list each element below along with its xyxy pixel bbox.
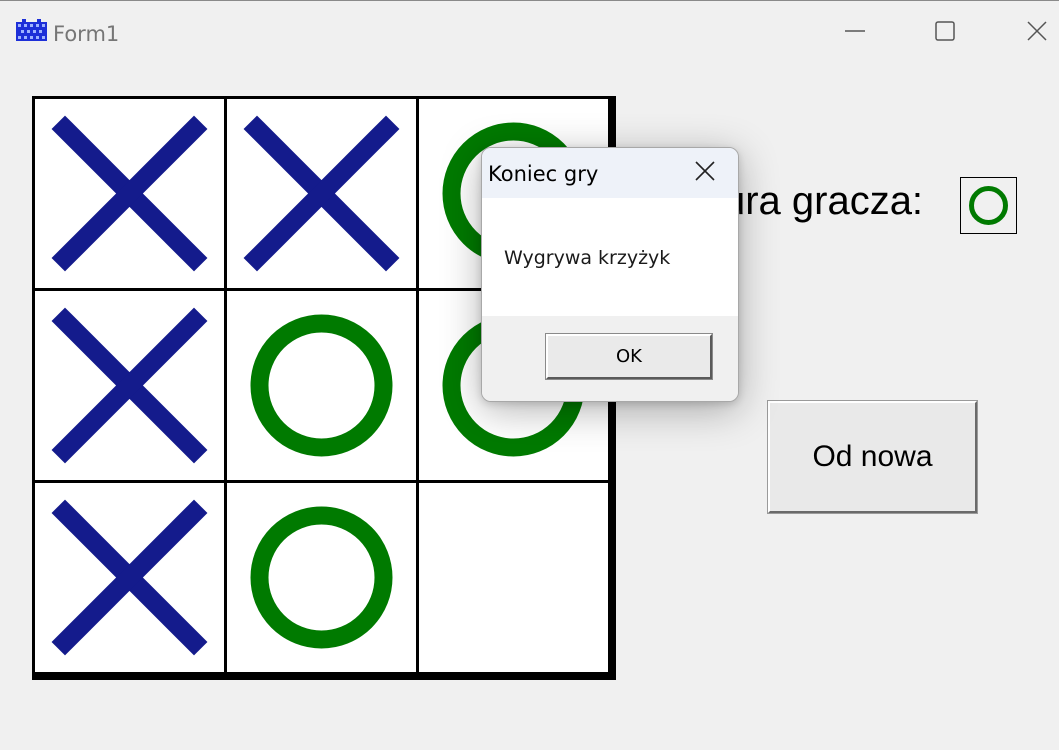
maximize-button[interactable] <box>922 11 968 55</box>
board-cell-1-0[interactable] <box>35 291 224 480</box>
board-cell-2-2[interactable] <box>419 483 608 672</box>
restart-button[interactable]: Od nowa <box>767 400 978 514</box>
current-player-indicator <box>960 177 1017 234</box>
x-mark-icon <box>51 115 208 272</box>
minimize-button[interactable] <box>832 11 878 55</box>
dialog-close-button[interactable] <box>682 148 728 198</box>
o-mark-icon <box>250 314 393 457</box>
message-box-dialog: Koniec gry Wygrywa krzyżyk OK <box>481 147 739 402</box>
dialog-body: Wygrywa krzyżyk <box>482 198 738 316</box>
close-icon <box>1026 20 1048 46</box>
board-cell-2-1[interactable] <box>227 483 416 672</box>
x-mark-icon <box>243 115 400 272</box>
board-cell-0-1[interactable] <box>227 99 416 288</box>
window-title: Form1 <box>53 22 120 46</box>
o-mark-icon <box>250 506 393 649</box>
board-cell-0-0[interactable] <box>35 99 224 288</box>
minimize-icon <box>844 20 866 46</box>
main-window: Form1 Tura gracza: Od nowa Koniec gry Wy… <box>0 0 1059 750</box>
dialog-footer: OK <box>482 316 738 401</box>
board-cell-1-1[interactable] <box>227 291 416 480</box>
close-icon <box>694 160 716 186</box>
dialog-title-bar[interactable]: Koniec gry <box>482 148 738 198</box>
o-mark-icon <box>969 186 1008 225</box>
close-button[interactable] <box>1014 11 1059 55</box>
dialog-message: Wygrywa krzyżyk <box>504 247 671 269</box>
x-mark-icon <box>51 499 208 656</box>
title-bar[interactable]: Form1 <box>0 1 1059 63</box>
board-cell-2-0[interactable] <box>35 483 224 672</box>
maximize-icon <box>934 20 956 46</box>
app-grid-icon <box>16 19 47 44</box>
dialog-title: Koniec gry <box>488 162 599 186</box>
x-mark-icon <box>51 307 208 464</box>
ok-button[interactable]: OK <box>545 333 713 380</box>
